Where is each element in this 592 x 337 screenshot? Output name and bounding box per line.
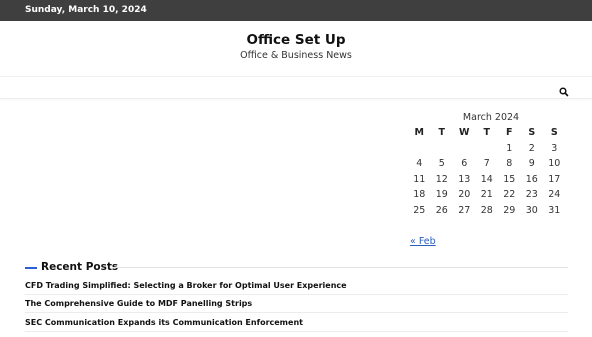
calendar-week: 1 2 3 (408, 141, 568, 157)
calendar-day: 20 (458, 189, 471, 201)
main-navigation (0, 76, 592, 99)
weekday-header: M (414, 127, 424, 138)
calendar-day: 22 (503, 189, 516, 201)
calendar-day: 11 (413, 173, 426, 185)
calendar-day: 26 (435, 204, 448, 216)
weekday-header: W (459, 127, 470, 138)
calendar-day: 27 (458, 204, 471, 216)
calendar-week: 18 19 20 21 22 23 24 (408, 187, 568, 203)
calendar-day: 5 (438, 158, 445, 170)
weekday-header: S (550, 127, 558, 138)
calendar-week: 4 5 6 7 8 9 10 (408, 156, 568, 172)
heading-divider (113, 267, 568, 268)
calendar-day: 10 (548, 158, 561, 170)
post-divider (25, 312, 568, 313)
calendar-day: 24 (548, 189, 561, 201)
calendar-widget: March 2024 M T W T F S S 1 2 3 4 5 6 7 8… (408, 111, 568, 219)
calendar-day (408, 141, 431, 157)
recent-post-link[interactable]: CFD Trading Simplified: Selecting a Brok… (25, 281, 568, 290)
calendar-weekday-row: M T W T F S S (408, 125, 568, 141)
weekday-header: F (506, 127, 513, 138)
calendar-day: 7 (483, 158, 490, 170)
recent-post-link[interactable]: SEC Communication Expands its Communicat… (25, 318, 568, 327)
weekday-header: T (483, 127, 490, 138)
post-divider (25, 331, 568, 332)
calendar-day: 19 (435, 189, 448, 201)
calendar-day: 12 (435, 173, 448, 185)
calendar-prev-month-link[interactable]: « Feb (410, 236, 436, 247)
heading-accent-line (25, 267, 37, 269)
calendar-day: 18 (413, 189, 426, 201)
calendar-day: 29 (503, 204, 516, 216)
site-description: Office & Business News (240, 50, 352, 61)
recent-posts-header: Recent Posts (25, 261, 568, 275)
calendar-day: 1 (506, 142, 513, 154)
top-date-bar: Sunday, March 10, 2024 (0, 0, 592, 21)
calendar-day: 15 (503, 173, 516, 185)
calendar-day: 2 (528, 142, 535, 154)
calendar-caption: March 2024 (462, 112, 520, 123)
calendar-day: 9 (528, 158, 535, 170)
calendar-week: 11 12 13 14 15 16 17 (408, 172, 568, 188)
calendar-day: 17 (548, 173, 561, 185)
calendar-week: 25 26 27 28 29 30 31 (408, 203, 568, 219)
calendar-day (476, 141, 499, 157)
calendar-day: 31 (548, 204, 561, 216)
site-title[interactable]: Office Set Up (0, 32, 592, 48)
calendar-day: 13 (458, 173, 471, 185)
calendar-day: 25 (413, 204, 426, 216)
calendar-day: 23 (525, 189, 538, 201)
post-divider (25, 294, 568, 295)
calendar-day: 3 (551, 142, 558, 154)
calendar-day (453, 141, 476, 157)
calendar-day: 8 (506, 158, 513, 170)
calendar-day (431, 141, 454, 157)
current-date: Sunday, March 10, 2024 (25, 5, 147, 15)
calendar-day: 14 (480, 173, 493, 185)
calendar-day: 16 (525, 173, 538, 185)
weekday-header: S (528, 127, 536, 138)
recent-post-link[interactable]: The Comprehensive Guide to MDF Panelling… (25, 299, 568, 308)
calendar-day: 28 (480, 204, 493, 216)
calendar-day: 30 (525, 204, 538, 216)
calendar-day: 4 (416, 158, 423, 170)
calendar-day: 6 (461, 158, 468, 170)
calendar-day: 21 (480, 189, 493, 201)
weekday-header: T (438, 127, 445, 138)
recent-posts-title: Recent Posts (41, 261, 119, 273)
search-icon[interactable] (558, 83, 570, 97)
